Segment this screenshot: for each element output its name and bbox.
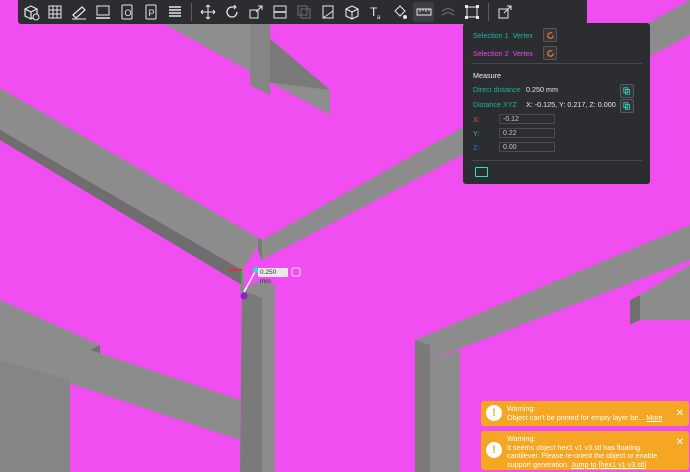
copy-distance-xyz-button[interactable] [620, 99, 634, 113]
support-paint-button[interactable] [341, 2, 362, 22]
direct-distance-label: Direct distance [473, 85, 521, 94]
selection-2-row: Selection 2 Vertex [473, 49, 533, 58]
cut-tool-button[interactable] [461, 2, 482, 22]
place-on-face-button[interactable] [317, 2, 338, 22]
keyboard-shortcuts-icon[interactable] [475, 167, 488, 177]
refresh-icon [546, 31, 554, 39]
distance-xyz-value: X: -0.125, Y: 0.217, Z: 0.000 [526, 100, 616, 109]
layers-button[interactable] [164, 2, 185, 22]
refresh-icon [546, 49, 554, 57]
layers-icon [168, 6, 181, 17]
toolbar-separator [488, 3, 489, 21]
model-beam-lower-right-face [430, 350, 460, 472]
measure-button[interactable] [413, 2, 434, 22]
x-label: X: [473, 115, 480, 124]
selection-1-label: Selection 1 [473, 31, 509, 40]
split-parts-button[interactable]: P [140, 2, 161, 22]
place-on-face-icon [322, 5, 333, 19]
selection-2-value: Vertex [512, 49, 533, 58]
copy-icon [623, 102, 630, 110]
model-beam-lower-right-side [415, 340, 430, 472]
selection-2-vertex[interactable] [240, 292, 248, 300]
mesh-boolean-button[interactable] [293, 2, 314, 22]
selection-1-row: Selection 1 Vertex [473, 31, 533, 40]
selection-1-value: Vertex [512, 31, 533, 40]
dimension-label: 0.250 mm [258, 268, 288, 285]
add-object-button[interactable] [20, 2, 41, 22]
arrange-grid-icon [48, 5, 61, 19]
selection-2-label: Selection 2 [473, 49, 509, 58]
toast-link-more[interactable]: More [646, 413, 662, 422]
y-input[interactable]: 0.22 [499, 128, 555, 138]
model-beam-right-corner-side [630, 295, 640, 325]
lay-on-face-button[interactable] [92, 2, 113, 22]
move-button[interactable] [197, 2, 218, 22]
measure-title: Measure [473, 71, 501, 80]
rotate-icon [225, 4, 238, 18]
copy-direct-distance-button[interactable] [620, 84, 634, 98]
project-icon [498, 5, 511, 19]
move-icon [200, 4, 215, 20]
svg-text:O: O [124, 8, 131, 18]
toolbar-separator [191, 3, 192, 21]
y-label: Y: [473, 129, 480, 138]
cut-button[interactable] [269, 2, 290, 22]
warning-toast-empty-layer: ! Warning: Object can't be printed for e… [481, 401, 689, 426]
divider [471, 63, 642, 64]
arrange-button[interactable] [44, 2, 65, 22]
measure-panel: Selection 1 Vertex Selection 2 Vertex Me… [463, 23, 650, 184]
divider [471, 160, 642, 161]
svg-text:a: a [377, 15, 381, 21]
split-parts-icon: P [145, 4, 156, 20]
support-paint-icon [344, 5, 359, 20]
orient-button[interactable] [68, 2, 89, 22]
top-toolbar: O P Ta [18, 0, 587, 24]
x-input[interactable]: -0.12 [499, 114, 555, 124]
split-objects-icon: O [121, 4, 132, 20]
cut-icon [273, 5, 286, 19]
copy-icon [623, 87, 630, 95]
cut-tool-icon [464, 5, 479, 19]
warning-icon: ! [486, 405, 502, 421]
warning-icon: ! [486, 442, 502, 458]
assembly-button[interactable] [437, 2, 458, 22]
toast-message: Object can't be printed for empty layer … [507, 412, 645, 422]
toast-link-jump[interactable]: Jump to [hex1 v1 v3.stl] [571, 460, 647, 469]
color-paint-button[interactable] [389, 2, 410, 22]
distance-xyz-label: Distance XYZ [473, 100, 517, 109]
scale-button[interactable] [245, 2, 266, 22]
close-icon[interactable]: ✕ [676, 408, 684, 419]
color-paint-icon [393, 5, 407, 19]
warning-toast-cantilever: ! Warning: It seems object hex1 v1 v3.st… [481, 431, 689, 470]
lay-on-face-icon [95, 5, 110, 19]
add-object-icon [23, 5, 39, 21]
model-beam-down-side [240, 290, 262, 472]
text-icon: Ta [370, 5, 381, 21]
svg-text:P: P [148, 8, 154, 18]
split-objects-button[interactable]: O [116, 2, 137, 22]
z-label: Z: [473, 143, 480, 152]
assembly-icon [441, 7, 454, 16]
reset-selection-1-button[interactable] [543, 28, 557, 42]
mesh-boolean-icon [297, 5, 310, 19]
orient-icon [71, 6, 86, 20]
close-icon[interactable]: ✕ [676, 437, 684, 448]
project-button[interactable] [494, 2, 515, 22]
rotate-button[interactable] [221, 2, 242, 22]
z-input[interactable]: 0.00 [499, 142, 555, 152]
direct-distance-value: 0.250 mm [526, 85, 558, 94]
scale-icon [249, 5, 262, 19]
text-tool-button[interactable]: Ta [365, 2, 386, 22]
measure-icon [416, 8, 431, 16]
reset-selection-2-button[interactable] [543, 46, 557, 60]
